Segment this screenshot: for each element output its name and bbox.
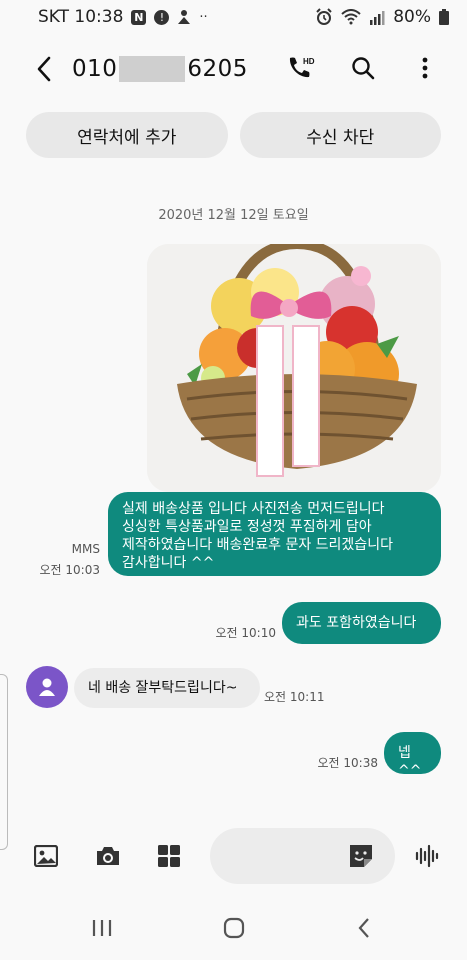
- wifi-icon: [341, 9, 361, 25]
- message-bubble-outgoing[interactable]: 실제 배송상품 입니다 사진전송 먼저드립니다 싱싱한 특상품과일로 정성껏 푸…: [108, 492, 441, 576]
- message-type-label: MMS: [71, 542, 100, 556]
- block-button[interactable]: 수신 차단: [239, 112, 441, 158]
- phone-prefix: 010: [72, 56, 118, 82]
- sticker-icon: [350, 845, 372, 867]
- battery-percent: 80%: [393, 7, 431, 27]
- contact-actions: 연락처에 추가 수신 차단: [26, 112, 441, 158]
- message-timestamp: 오전 10:38: [317, 756, 378, 770]
- more-vert-icon: [422, 57, 428, 79]
- edge-panel-handle[interactable]: [0, 674, 8, 850]
- recent-apps-button[interactable]: [84, 912, 120, 944]
- header-actions: HD: [283, 46, 443, 90]
- message-timestamp: 오전 10:10: [215, 626, 276, 640]
- redacted-digits: [119, 56, 186, 82]
- sticker-button[interactable]: [347, 842, 375, 870]
- alarm-icon: [316, 8, 332, 25]
- back-button[interactable]: [20, 45, 68, 93]
- message-bubble-outgoing[interactable]: 과도 포함하였습니다: [282, 602, 441, 644]
- contact-avatar[interactable]: [26, 666, 68, 708]
- n-icon: N: [131, 9, 147, 25]
- conversation-header: 010 6205 HD: [0, 40, 467, 98]
- carrier-time: SKT 10:38: [38, 7, 124, 27]
- signal-icon: [370, 10, 385, 25]
- svg-text:HD: HD: [303, 57, 315, 66]
- message-line: 싱싱한 특상품과일로 정성껏 푸짐하게 담아: [122, 519, 372, 535]
- alert-icon: !: [154, 9, 170, 25]
- apps-button[interactable]: [151, 838, 187, 874]
- status-bar-left: SKT 10:38 N ! ··: [38, 7, 208, 27]
- camera-icon: [97, 847, 119, 865]
- message-timestamp: 오전 10:11: [264, 690, 325, 704]
- message-bubble-outgoing[interactable]: 넵^^: [384, 732, 441, 779]
- hd-call-icon: HD: [289, 57, 315, 78]
- message-line: 제작하였습니다 배송완료후 문자 드리겠습니다: [122, 537, 393, 553]
- message-line: 감사합니다 ^^: [122, 555, 215, 571]
- message-meta: MMS 오전 10:03: [20, 542, 100, 578]
- back-arrow-icon: [37, 56, 51, 82]
- voice-button[interactable]: [410, 838, 446, 874]
- status-bar: SKT 10:38 N ! ·· 80%: [0, 0, 467, 34]
- message-bubble-incoming[interactable]: 네 배송 잘부탁드립니다~: [74, 668, 260, 708]
- voice-icon: [415, 844, 439, 868]
- search-button[interactable]: [345, 46, 381, 90]
- phone-number: 010 6205: [72, 56, 248, 82]
- home-icon: [223, 917, 245, 939]
- battery-icon: [439, 9, 449, 25]
- person-icon: [178, 10, 191, 24]
- message-timestamp: 오전 10:03: [39, 563, 100, 577]
- dots-icon: ··: [199, 9, 208, 25]
- hd-call-button[interactable]: HD: [283, 46, 319, 90]
- recent-apps-icon: [92, 920, 112, 936]
- back-nav-icon: [358, 918, 369, 938]
- message-input[interactable]: [210, 828, 395, 884]
- apps-grid-icon: [158, 845, 180, 867]
- date-separator: 2020년 12월 12일 토요일: [158, 208, 309, 223]
- mms-image[interactable]: [147, 244, 441, 492]
- fruit-basket-image: [147, 244, 441, 492]
- system-navigation-bar: [0, 900, 467, 956]
- message-line: 실제 배송상품 입니다 사진전송 먼저드립니다: [122, 501, 385, 517]
- search-icon: [352, 57, 375, 80]
- person-avatar-icon: [39, 678, 55, 696]
- gallery-button[interactable]: [28, 838, 64, 874]
- home-button[interactable]: [216, 912, 252, 944]
- add-contact-button[interactable]: 연락처에 추가: [26, 112, 228, 158]
- phone-suffix: 6205: [187, 56, 248, 82]
- camera-button[interactable]: [90, 838, 126, 874]
- status-bar-right: 80%: [315, 7, 449, 27]
- more-options-button[interactable]: [407, 46, 443, 90]
- back-nav-button[interactable]: [346, 912, 382, 944]
- gallery-icon: [34, 845, 58, 867]
